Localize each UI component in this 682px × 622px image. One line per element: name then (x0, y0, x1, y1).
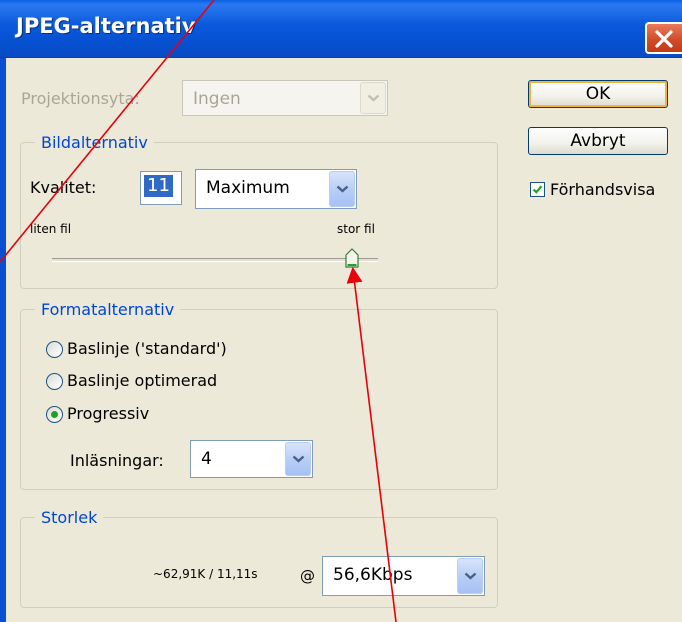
annotation-overlay (0, 0, 397, 622)
annotation-line (0, 0, 215, 263)
annotation-arrow (346, 266, 397, 622)
